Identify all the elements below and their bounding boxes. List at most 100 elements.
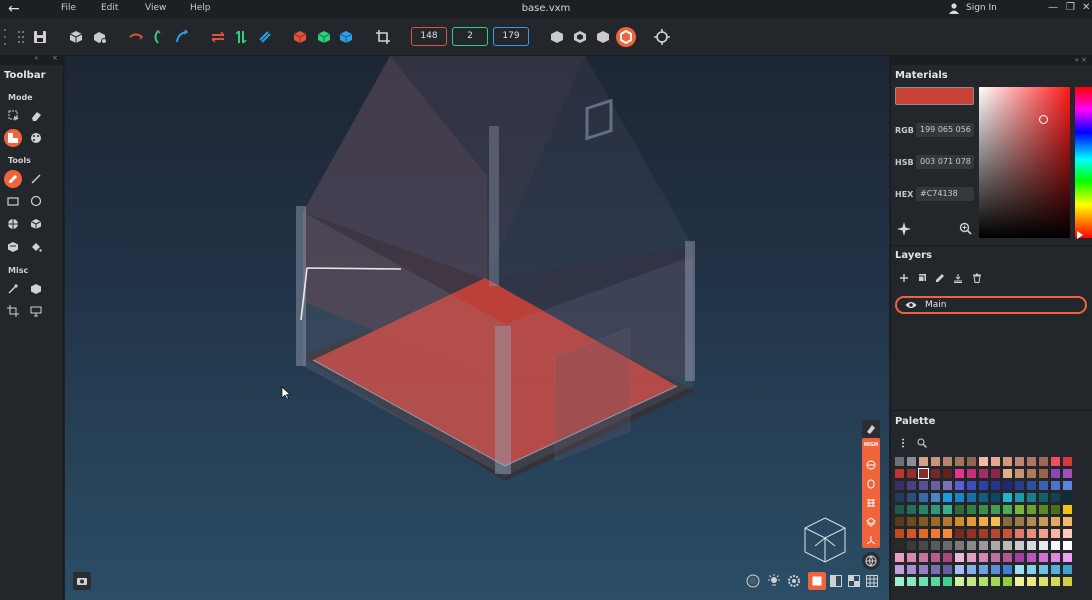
palette-swatch[interactable] [1027, 469, 1036, 478]
palette-grid[interactable] [895, 457, 1081, 593]
sphere-icon[interactable] [4, 215, 22, 233]
palette-swatch[interactable] [1027, 481, 1036, 490]
palette-swatch[interactable] [1051, 565, 1060, 574]
collapse-right-bar[interactable]: » × [891, 56, 1092, 65]
cube-green-icon[interactable] [316, 29, 332, 45]
voxel-house-scene[interactable] [65, 56, 889, 600]
palette-swatch[interactable] [1003, 565, 1012, 574]
palette-swatch[interactable] [895, 529, 904, 538]
more-options-icon[interactable] [901, 438, 905, 448]
hex-outline-icon[interactable] [572, 29, 588, 45]
palette-swatch[interactable] [1063, 577, 1072, 586]
save-icon[interactable] [32, 29, 48, 45]
palette-swatch[interactable] [991, 469, 1000, 478]
grid-toggle-icon[interactable] [864, 573, 880, 589]
palette-swatch[interactable] [991, 457, 1000, 466]
palette-swatch[interactable] [1027, 529, 1036, 538]
palette-swatch[interactable] [1063, 469, 1072, 478]
palette-swatch[interactable] [967, 457, 976, 466]
palette-swatch[interactable] [967, 493, 976, 502]
circle-icon[interactable] [27, 192, 45, 210]
palette-swatch[interactable] [931, 577, 940, 586]
palette-swatch[interactable] [895, 565, 904, 574]
hex-cube-icon[interactable] [27, 280, 45, 298]
palette-swatch[interactable] [1063, 565, 1072, 574]
palette-swatch[interactable] [1063, 529, 1072, 538]
hex-solid-icon[interactable] [595, 29, 611, 45]
palette-swatch[interactable] [943, 541, 952, 550]
rgb-field[interactable]: 199 065 056 [916, 123, 974, 137]
flip-y-icon[interactable] [233, 29, 249, 45]
current-color-swatch[interactable] [895, 87, 974, 105]
palette-swatch[interactable] [979, 565, 988, 574]
expand-chevron-icon[interactable]: » [1075, 56, 1079, 64]
collapse-left-bar[interactable]: «× [0, 54, 64, 65]
eye-icon[interactable] [905, 301, 917, 309]
orientation-cube[interactable] [803, 516, 847, 564]
palette-zoom-icon[interactable] [917, 438, 927, 448]
palette-swatch[interactable] [1063, 553, 1072, 562]
quad-view-icon[interactable] [846, 573, 862, 589]
palette-swatch[interactable] [907, 565, 916, 574]
palette-swatch[interactable] [1003, 541, 1012, 550]
palette-swatch[interactable] [1015, 553, 1024, 562]
palette-swatch[interactable] [1051, 493, 1060, 502]
select-icon[interactable] [5, 107, 23, 125]
palette-swatch[interactable] [1027, 505, 1036, 514]
palette-swatch[interactable] [1015, 457, 1024, 466]
palette-swatch[interactable] [955, 517, 964, 526]
saturation-value-picker[interactable] [979, 87, 1070, 238]
palette-swatch[interactable] [943, 529, 952, 538]
flip-x-icon[interactable] [210, 29, 226, 45]
palette-swatch[interactable] [991, 481, 1000, 490]
palette-swatch[interactable] [955, 529, 964, 538]
palette-swatch[interactable] [991, 517, 1000, 526]
palette-swatch[interactable] [1039, 505, 1048, 514]
palette-swatch[interactable] [1039, 565, 1048, 574]
menu-edit[interactable]: Edit [101, 3, 118, 13]
palette-swatch[interactable] [979, 529, 988, 538]
palette-swatch[interactable] [907, 469, 916, 478]
palette-swatch[interactable] [1003, 469, 1012, 478]
rotate-x-icon[interactable] [128, 29, 144, 45]
palette-swatch[interactable] [1003, 505, 1012, 514]
palette-swatch[interactable] [1015, 565, 1024, 574]
palette-swatch[interactable] [931, 517, 940, 526]
block-mode-icon[interactable] [4, 129, 22, 147]
monitor-icon[interactable] [27, 302, 45, 320]
palette-swatch[interactable] [919, 553, 928, 562]
palette-swatch[interactable] [967, 553, 976, 562]
hex-shape-icon[interactable] [549, 29, 565, 45]
sparkle-icon[interactable] [897, 222, 911, 236]
palette-swatch[interactable] [919, 541, 928, 550]
palette-swatch[interactable] [1051, 541, 1060, 550]
eyedropper-icon[interactable] [4, 280, 22, 298]
palette-swatch[interactable] [967, 565, 976, 574]
palette-swatch[interactable] [907, 529, 916, 538]
palette-swatch[interactable] [967, 541, 976, 550]
material-sphere-icon[interactable] [745, 573, 761, 589]
palette-swatch[interactable] [1051, 517, 1060, 526]
palette-swatch[interactable] [919, 457, 928, 466]
palette-swatch[interactable] [979, 481, 988, 490]
palette-swatch[interactable] [1015, 541, 1024, 550]
palette-swatch[interactable] [1051, 505, 1060, 514]
palette-swatch[interactable] [919, 565, 928, 574]
palette-swatch[interactable] [991, 493, 1000, 502]
palette-swatch[interactable] [1003, 553, 1012, 562]
color-picker-handle[interactable] [1039, 115, 1048, 124]
single-view-icon[interactable] [808, 572, 826, 590]
hex-field[interactable]: #C74138 [916, 187, 974, 201]
palette-swatch[interactable] [943, 505, 952, 514]
cube-red-icon[interactable] [292, 29, 308, 45]
palette-swatch[interactable] [1051, 529, 1060, 538]
palette-swatch[interactable] [1003, 529, 1012, 538]
palette-swatch[interactable] [1051, 577, 1060, 586]
palette-swatch[interactable] [1027, 577, 1036, 586]
palette-swatch[interactable] [931, 481, 940, 490]
palette-swatch[interactable] [1027, 457, 1036, 466]
palette-swatch[interactable] [1051, 553, 1060, 562]
palette-swatch[interactable] [1003, 493, 1012, 502]
palette-swatch[interactable] [955, 541, 964, 550]
palette-swatch[interactable] [943, 517, 952, 526]
